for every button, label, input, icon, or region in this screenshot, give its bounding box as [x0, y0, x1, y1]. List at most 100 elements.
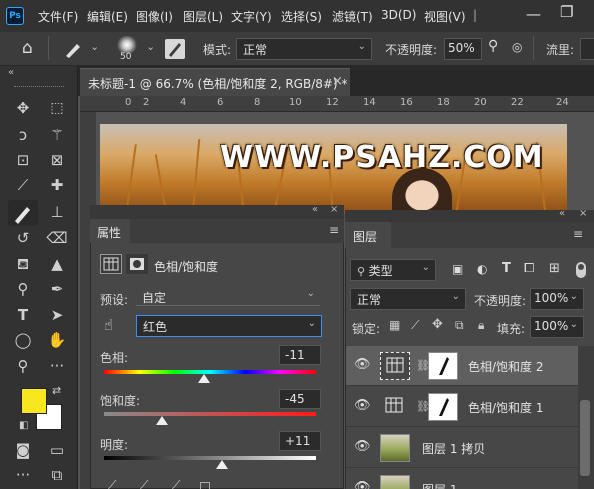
colorize-checkbox[interactable] [200, 482, 210, 489]
opacity-scrubber-icon[interactable]: ⚲ [488, 38, 498, 54]
menu-file[interactable]: 文件(F) [38, 8, 78, 25]
document-tab[interactable]: 未标题-1 @ 66.7% (色相/饱和度 2, RGB/8#) * × [80, 68, 350, 96]
visibility-eye-icon[interactable]: 👁︎ [354, 357, 371, 373]
visibility-eye-icon[interactable]: 👁︎ [354, 398, 371, 414]
menu-select[interactable]: 选择(S) [281, 8, 322, 25]
eyedropper-icon[interactable]: ⟋ [12, 174, 34, 196]
blur-tool-icon[interactable]: ▲ [46, 253, 68, 275]
home-icon[interactable]: ⌂ [22, 38, 33, 58]
filter-toggle[interactable] [576, 262, 586, 278]
close-icon[interactable]: × [579, 208, 587, 219]
saturation-slider-thumb[interactable] [156, 416, 169, 425]
path-select-icon[interactable]: ➤ [46, 304, 68, 326]
foreground-color-swatch[interactable] [21, 388, 47, 414]
crop-tool-icon[interactable]: ⊡ [12, 149, 34, 171]
hue-slider-thumb[interactable] [197, 374, 210, 383]
blend-mode-select[interactable]: 正常 ⌄ [350, 288, 466, 310]
lightness-slider-thumb[interactable] [215, 460, 228, 469]
brush-tool-selected[interactable] [8, 200, 38, 226]
menu-image[interactable]: 图像(I) [136, 8, 173, 25]
filter-type-icon[interactable]: T [502, 261, 511, 276]
marquee-tool-icon[interactable]: ⬚ [46, 97, 68, 119]
menu-layer[interactable]: 图层(L) [183, 8, 223, 25]
quick-mask-icon[interactable]: ◙ [12, 439, 34, 461]
hue-input[interactable]: -11 [279, 345, 321, 365]
collapse-icon[interactable]: « [8, 67, 14, 78]
filter-pixel-icon[interactable]: ▣ [452, 262, 463, 276]
menu-view[interactable]: 视图(V) [424, 8, 466, 25]
eyedropper-subtract-icon[interactable]: ⟋ [172, 478, 180, 489]
close-icon[interactable]: × [330, 204, 338, 215]
hue-slider-track[interactable] [104, 370, 316, 374]
channel-select[interactable]: 红色 ⌄ [136, 315, 322, 337]
pen-tool-icon[interactable]: ✒ [46, 278, 68, 300]
dodge-tool-icon[interactable]: ⚲ [12, 278, 34, 300]
filter-shape-icon[interactable]: ⧠ [524, 261, 534, 276]
layer-row-hue-saturation-2[interactable]: 👁︎ ⛓ 色相/饱和度 2 [346, 346, 578, 386]
minimize-icon[interactable]: — [526, 5, 541, 23]
lock-all-icon[interactable]: 🔒︎ [478, 318, 484, 333]
ellipse-tool-icon[interactable]: ◯ [12, 329, 34, 351]
filter-adjustment-icon[interactable]: ◐ [477, 262, 487, 276]
photoshop-logo[interactable]: Ps [6, 7, 24, 25]
layers-scrollbar-thumb[interactable] [580, 400, 590, 476]
healing-brush-icon[interactable]: ✚ [46, 174, 68, 196]
mode-select[interactable]: 正常 ⌄ [236, 38, 372, 60]
layer-row-layer-1-copy[interactable]: 👁︎ 图层 1 拷贝 [346, 428, 578, 468]
default-colors-icon[interactable]: ◧ [19, 420, 28, 431]
layer-opacity-input[interactable]: 100% ⌄ [530, 288, 584, 310]
paint-bucket-icon[interactable]: ⛾ [12, 253, 34, 275]
magic-wand-icon[interactable]: ⚚ [46, 124, 68, 146]
opacity-input[interactable]: 50% [444, 38, 482, 60]
layer-row-layer-1[interactable]: 👁︎ 图层 1 [346, 469, 578, 489]
lock-position-icon[interactable]: ✥ [432, 317, 443, 332]
brush-settings-icon[interactable] [165, 39, 185, 59]
swap-colors-icon[interactable]: ⇄ [52, 384, 61, 397]
eyedropper-add-icon[interactable]: ⟋ [140, 478, 148, 489]
hand-tool-icon[interactable]: ✋ [46, 329, 68, 351]
saturation-slider-track[interactable] [104, 412, 316, 416]
lightness-input[interactable]: +11 [279, 431, 321, 451]
panel-menu-icon[interactable]: ≡ [573, 227, 583, 241]
layer-mask-thumbnail[interactable] [428, 393, 458, 421]
edit-toolbar-icon[interactable]: ··· [12, 464, 34, 486]
filter-smart-object-icon[interactable]: ⊞ [549, 261, 560, 276]
brush-tool-icon[interactable] [62, 39, 84, 59]
layers-tab[interactable]: 图层 [345, 222, 391, 248]
visibility-eye-icon[interactable]: 👁︎ [354, 480, 371, 489]
saturation-input[interactable]: -45 [279, 389, 321, 409]
zoom-tool-icon[interactable]: ⚲ [12, 355, 34, 377]
screen-mode-icon[interactable]: ▭ [46, 439, 68, 461]
lock-transparent-icon[interactable]: ▦ [389, 318, 400, 332]
fill-input[interactable]: 100% ⌄ [530, 316, 584, 338]
lasso-tool-icon[interactable]: ↄ [12, 124, 34, 146]
lightness-slider-track[interactable] [104, 456, 316, 460]
more-tools-icon[interactable]: ··· [46, 355, 68, 377]
collapse-icon[interactable]: « [559, 208, 565, 219]
pressure-opacity-icon[interactable]: ◎ [512, 40, 522, 54]
layer-filter-select[interactable]: ⚲ 类型 ⌄ [350, 259, 436, 281]
layer-mask-thumbnail[interactable] [428, 352, 458, 380]
chevron-down-icon[interactable]: ⌄ [90, 40, 99, 53]
collapse-icon[interactable]: « [312, 204, 318, 215]
menu-filter[interactable]: 滤镜(T) [332, 8, 373, 25]
eyedropper-icon[interactable]: ⟋ [108, 478, 116, 489]
menu-type[interactable]: 文字(Y) [231, 8, 272, 25]
targeted-adjustment-icon[interactable]: ☝ [104, 316, 113, 334]
history-brush-icon[interactable]: ↺ [12, 227, 34, 249]
frame-tool-icon[interactable]: ⊠ [46, 149, 68, 171]
stamp-tool-icon[interactable]: ⊥ [46, 201, 68, 223]
flow-input[interactable] [580, 38, 594, 60]
menu-edit[interactable]: 编辑(E) [87, 8, 128, 25]
lock-artboard-icon[interactable]: ⧉ [455, 318, 464, 333]
close-icon[interactable]: × [332, 74, 343, 89]
chevron-down-icon[interactable]: ⌄ [146, 40, 155, 53]
properties-tab[interactable]: 属性 [90, 219, 130, 243]
restore-icon[interactable]: ❐ [560, 3, 573, 21]
preset-select[interactable]: 自定 ⌄ [136, 288, 320, 306]
arrange-icon[interactable]: ⧉ [46, 464, 68, 486]
panel-menu-icon[interactable]: ≡ [329, 223, 339, 237]
menu-3d[interactable]: 3D(D) [381, 8, 416, 22]
layer-row-hue-saturation-1[interactable]: 👁︎ ⛓ 色相/饱和度 1 [346, 387, 578, 427]
eraser-icon[interactable]: ⌫ [46, 227, 68, 249]
